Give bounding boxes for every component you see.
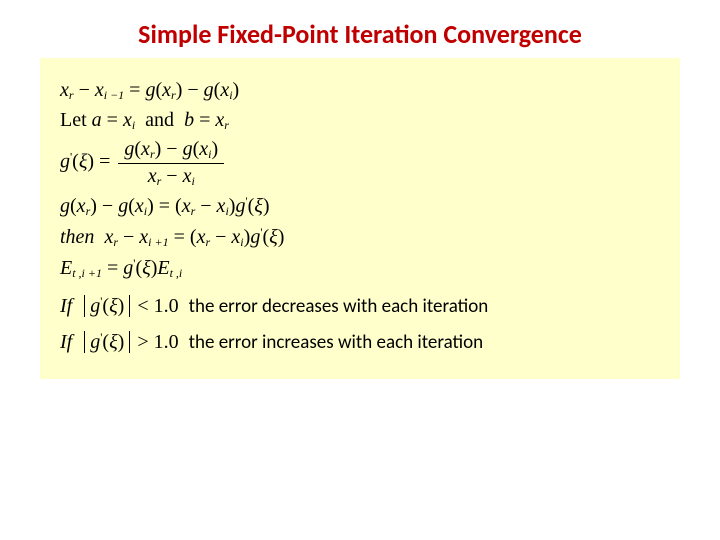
cond1: If g'(ξ) < 1.0 the error decreases with … xyxy=(60,295,660,317)
cond1-text: the error decreases with each iteration xyxy=(189,295,489,318)
eq1: xr − xi −1 = g(xr) − g(xi) xyxy=(60,80,660,102)
derivation-block: xr − xi −1 = g(xr) − g(xi) Let a = xi an… xyxy=(40,58,680,379)
eq6: Et ,i +1 = g'(ξ)Et ,i xyxy=(60,257,660,280)
eq2: Let a = xi and b = xr xyxy=(60,110,660,132)
eq3: g'(ξ) = g(xr) − g(xi)xr − xi xyxy=(60,139,660,187)
eq4: g(xr) − g(xi) = (xr − xi)g'(ξ) xyxy=(60,195,660,218)
cond2-text: the error increases with each iteration xyxy=(189,331,484,354)
page-title: Simple Fixed-Point Iteration Convergence xyxy=(0,0,720,58)
cond2: If g'(ξ) > 1.0 the error increases with … xyxy=(60,331,660,353)
eq5: then xr − xi +1 = (xr − xi)g'(ξ) xyxy=(60,226,660,249)
